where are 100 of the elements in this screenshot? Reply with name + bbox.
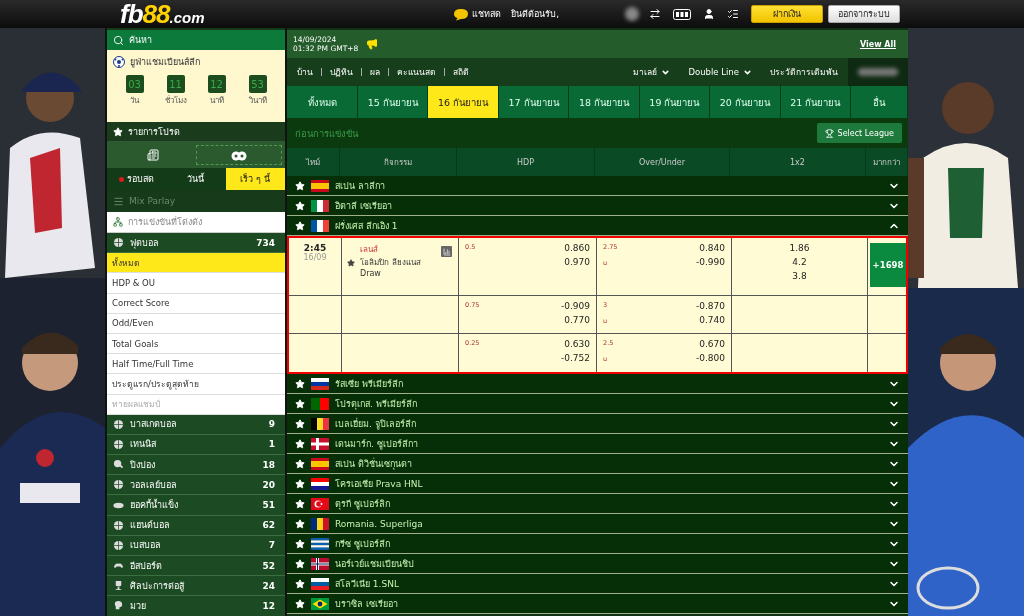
countdown-digits: 53	[248, 75, 267, 93]
league-row[interactable]: รัสเซีย พรีเมียร์ลีก	[287, 374, 908, 394]
league-name: ตุรกี ซูเปอร์ลิก	[335, 497, 391, 511]
balls-icon	[231, 149, 247, 161]
league-row[interactable]: สเปน ดิวิชั่นเซกุนดา	[287, 454, 908, 474]
live-chat-link[interactable]: แชทสด	[472, 7, 502, 21]
trophy-icon	[824, 128, 834, 138]
nav-link[interactable]: ผล	[370, 65, 380, 79]
market-item[interactable]: ประตูแรก/ประตูสุดท้าย	[107, 374, 285, 395]
trophy-icon	[113, 580, 124, 592]
countdown-digits: 03	[125, 75, 144, 93]
nav-link[interactable]: คะแนนสด	[397, 65, 436, 79]
sport-item[interactable]: เบสบอล 7	[107, 535, 285, 556]
date-tab[interactable]: 19 กันยายน	[639, 86, 711, 118]
league-row[interactable]: Romania. Superliga	[287, 514, 908, 534]
sport-item[interactable]: ฟุตบอล 734	[107, 233, 285, 254]
odds-value[interactable]: 0.630	[564, 339, 590, 349]
user-icon[interactable]	[703, 8, 715, 20]
nav-link[interactable]: สถิติ	[453, 65, 469, 79]
sport-item[interactable]: แฮนด์บอล 62	[107, 515, 285, 536]
league-row[interactable]: โปรตุเกส. พรีเมียร์ลีก	[287, 394, 908, 414]
search-bar[interactable]: ค้นหา	[107, 30, 285, 50]
league-name: เดนมาร์ก. ซูเปอร์ลีกา	[335, 437, 419, 451]
league-row[interactable]: สเปน ลาลีกา	[287, 176, 908, 196]
select-league-button[interactable]: Select League	[816, 123, 902, 143]
date-tab[interactable]: 15 กันยายน	[358, 86, 429, 118]
league-name: กรีซ ซูเปอร์ลีก	[335, 537, 391, 551]
date-tab[interactable]: 20 กันยายน	[710, 86, 781, 118]
sport-item[interactable]: บาสเกตบอล 9	[107, 414, 285, 435]
paddle-icon	[113, 459, 124, 471]
date-tab[interactable]: 18 กันยายน	[569, 86, 640, 118]
nav-link[interactable]: ปฏิทิน	[330, 65, 353, 79]
sport-item[interactable]: ปิงปอง 18	[107, 455, 285, 476]
view-all-link[interactable]: View All	[859, 39, 896, 49]
bet-history-link[interactable]: ประวัติการเดิมพัน	[770, 65, 838, 79]
odds-value[interactable]: -0.990	[696, 257, 725, 267]
sport-item[interactable]: ฮอคกี้น้ำแข็ง 51	[107, 495, 285, 516]
sport-item[interactable]: เทนนิส 1	[107, 434, 285, 456]
odds-value[interactable]: -0.870	[696, 301, 725, 311]
deposit-button[interactable]: ฝากเงิน	[751, 5, 823, 23]
odds-value[interactable]: 0.740	[699, 315, 725, 325]
league-row[interactable]: เดนมาร์ก. ซูเปอร์ลีกา	[287, 434, 908, 454]
nav-link[interactable]: บ้าน	[297, 65, 313, 79]
checklist-icon[interactable]	[727, 8, 739, 20]
market-item[interactable]: Half Time/Full Time	[107, 354, 285, 375]
odds-value[interactable]: 0.840	[699, 243, 725, 253]
odds-value[interactable]: -0.752	[561, 353, 590, 363]
slot-machine-icon[interactable]	[673, 8, 691, 20]
date-tab[interactable]: ทั้งหมด	[287, 86, 358, 118]
date-tab[interactable]: 21 กันยายน	[780, 86, 851, 118]
popular-matches-label: การแข่งขันที่โด่งดัง	[128, 215, 202, 229]
popular-matches-item[interactable]: การแข่งขันที่โด่งดัง	[107, 212, 285, 233]
chat-bubble-icon[interactable]	[453, 7, 470, 21]
sport-count: 51	[262, 500, 275, 511]
countdown-unit: ชั่วโมง	[164, 94, 187, 107]
odds-value[interactable]: -0.909	[561, 301, 590, 311]
more-markets-button[interactable]: +1698	[870, 243, 906, 287]
date-tab[interactable]: 16 กันยายน	[428, 86, 499, 118]
logout-button[interactable]: ออกจากระบบ	[828, 5, 900, 23]
league-row[interactable]: อิตาลี เซเรียอา	[287, 196, 908, 216]
market-item[interactable]: ทั้งหมด	[107, 253, 285, 274]
star-icon[interactable]	[347, 259, 355, 267]
stats-icon[interactable]	[441, 246, 452, 257]
favorites-bar[interactable]: รายการโปรด	[107, 122, 285, 142]
league-row[interactable]: บราซิล เซเรียอา	[287, 594, 908, 614]
league-row[interactable]: นอร์เวย์แชมเปียนชิป	[287, 554, 908, 574]
odds-format-dropdown[interactable]: มาเลย์	[633, 65, 671, 79]
view-tab[interactable]	[196, 145, 282, 165]
odds-value[interactable]: 0.670	[699, 339, 725, 349]
sport-item[interactable]: ศิลปะการต่อสู้ 24	[107, 576, 285, 597]
league-row[interactable]: กรีซ ซูเปอร์ลีก	[287, 534, 908, 554]
odds-value[interactable]: 0.770	[564, 315, 590, 325]
league-row[interactable]: โครเอเชีย Prava HNL	[287, 474, 908, 494]
date-tab[interactable]: 17 กันยายน	[498, 86, 570, 118]
odds-value[interactable]: 4.2	[792, 257, 807, 267]
megaphone-icon[interactable]	[366, 38, 379, 50]
sport-count: 18	[262, 459, 275, 470]
odds-value[interactable]: 3.8	[792, 271, 807, 281]
market-item[interactable]: Total Goals	[107, 333, 285, 355]
odds-value[interactable]: 0.860	[564, 243, 590, 253]
logo[interactable]: fb88.com	[120, 0, 205, 30]
odds-value[interactable]: -0.800	[696, 353, 725, 363]
league-row[interactable]: ตุรกี ซูเปอร์ลิก	[287, 494, 908, 514]
market-item[interactable]: HDP & OU	[107, 273, 285, 294]
date-tab[interactable]: อื่น	[851, 86, 908, 118]
sport-item[interactable]: มวย 12	[107, 596, 285, 616]
line-mode-dropdown[interactable]: Double Line	[688, 67, 752, 77]
countdown-unit: นาที	[209, 95, 224, 107]
market-item[interactable]: Correct Score	[107, 293, 285, 314]
league-row[interactable]: เบลเยี่ยม. จูปิเลอร์ลีก	[287, 414, 908, 434]
sport-item[interactable]: อีสปอร์ต 52	[107, 556, 285, 577]
league-row[interactable]: สโลวีเนีย 1.SNL	[287, 574, 908, 594]
sport-item[interactable]: วอลเลย์บอล 20	[107, 475, 285, 496]
time-tab[interactable]: เร็ว ๆ นี้	[225, 168, 285, 190]
odds-value[interactable]: 1.86	[789, 243, 810, 253]
odds-value[interactable]: 0.970	[564, 257, 590, 267]
transfer-icon[interactable]	[649, 8, 661, 20]
sport-name: ศิลปะการต่อสู้	[130, 579, 185, 593]
market-item[interactable]: Odd/Even	[107, 313, 285, 334]
league-row[interactable]: ฝรั่งเศส ลีกเอิง 1	[287, 216, 908, 236]
